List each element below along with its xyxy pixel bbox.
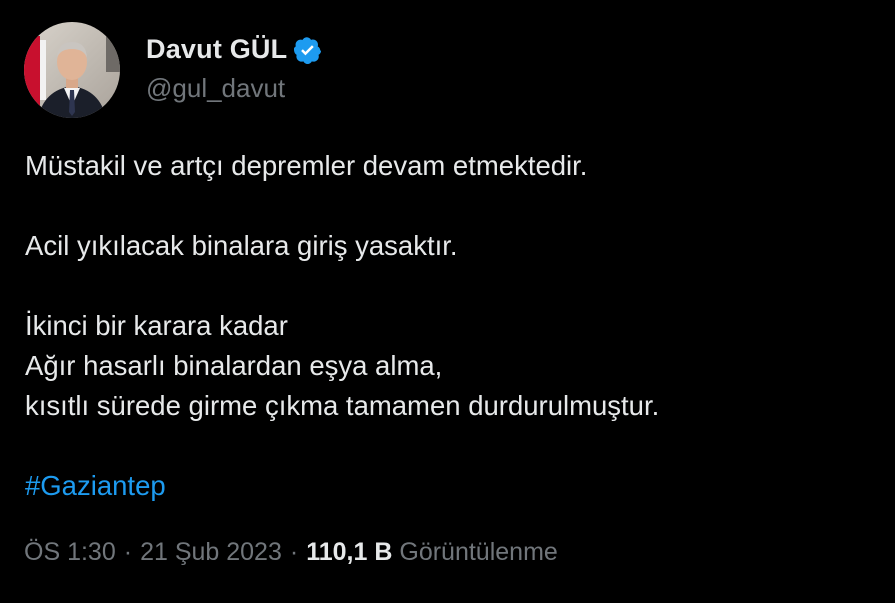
- meta-separator: ·: [289, 538, 299, 566]
- tweet-card: Davut GÜL @gul_davut Müstakil ve artçı d…: [0, 0, 895, 603]
- tweet-header: Davut GÜL @gul_davut: [24, 22, 322, 118]
- views-count: 110,1 B: [306, 538, 393, 566]
- author-info: Davut GÜL @gul_davut: [146, 31, 322, 104]
- author-display-name[interactable]: Davut GÜL: [146, 34, 287, 65]
- avatar[interactable]: [24, 22, 120, 118]
- tweet-line: Müstakil ve artçı depremler devam etmekt…: [25, 150, 588, 181]
- tweet-meta: ÖS 1:30 · 21 Şub 2023 · 110,1 B Görüntül…: [24, 538, 558, 567]
- tweet-text: Müstakil ve artçı depremler devam etmekt…: [25, 146, 885, 506]
- meta-separator: ·: [123, 538, 133, 566]
- views-label: Görüntülenme: [399, 538, 558, 566]
- tweet-line: Ağır hasarlı binalardan eşya alma,: [25, 350, 443, 381]
- tweet-line: Acil yıkılacak binalara giriş yasaktır.: [25, 230, 458, 261]
- verified-badge-icon[interactable]: [294, 36, 322, 64]
- tweet-time[interactable]: ÖS 1:30: [24, 538, 116, 567]
- profile-photo-icon: [24, 22, 120, 118]
- tweet-line: kısıtlı sürede girme çıkma tamamen durdu…: [25, 390, 660, 421]
- hashtag-link[interactable]: #Gaziantep: [25, 470, 166, 501]
- tweet-date[interactable]: 21 Şub 2023: [140, 538, 282, 567]
- author-handle[interactable]: @gul_davut: [146, 73, 322, 104]
- tweet-line: İkinci bir karara kadar: [25, 310, 288, 341]
- name-row: Davut GÜL: [146, 31, 322, 69]
